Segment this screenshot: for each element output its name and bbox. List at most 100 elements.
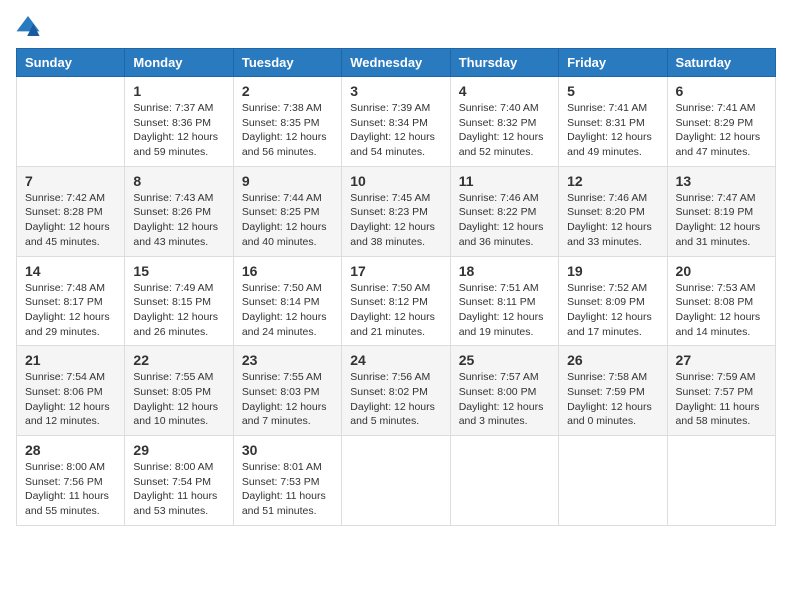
day-info: Sunrise: 7:42 AMSunset: 8:28 PMDaylight:… [25,191,116,250]
day-info: Sunrise: 7:44 AMSunset: 8:25 PMDaylight:… [242,191,333,250]
calendar-cell [559,436,667,526]
day-number: 10 [350,173,441,189]
day-number: 2 [242,83,333,99]
day-number: 18 [459,263,550,279]
day-number: 22 [133,352,224,368]
day-number: 28 [25,442,116,458]
logo [16,16,44,36]
day-number: 30 [242,442,333,458]
day-number: 11 [459,173,550,189]
calendar-week-row: 14 Sunrise: 7:48 AMSunset: 8:17 PMDayligh… [17,256,776,346]
calendar-cell [342,436,450,526]
calendar-cell: 15 Sunrise: 7:49 AMSunset: 8:15 PMDayligh… [125,256,233,346]
calendar-cell: 12 Sunrise: 7:46 AMSunset: 8:20 PMDayligh… [559,166,667,256]
day-number: 3 [350,83,441,99]
day-info: Sunrise: 7:56 AMSunset: 8:02 PMDaylight:… [350,370,441,429]
day-number: 9 [242,173,333,189]
calendar-cell: 23 Sunrise: 7:55 AMSunset: 8:03 PMDayligh… [233,346,341,436]
day-info: Sunrise: 7:46 AMSunset: 8:22 PMDaylight:… [459,191,550,250]
day-info: Sunrise: 7:52 AMSunset: 8:09 PMDaylight:… [567,281,658,340]
calendar-cell: 13 Sunrise: 7:47 AMSunset: 8:19 PMDayligh… [667,166,775,256]
day-info: Sunrise: 8:00 AMSunset: 7:54 PMDaylight:… [133,460,224,519]
day-info: Sunrise: 7:54 AMSunset: 8:06 PMDaylight:… [25,370,116,429]
calendar-cell [17,77,125,167]
day-number: 19 [567,263,658,279]
col-header-saturday: Saturday [667,49,775,77]
col-header-wednesday: Wednesday [342,49,450,77]
day-number: 4 [459,83,550,99]
day-info: Sunrise: 7:41 AMSunset: 8:29 PMDaylight:… [676,101,767,160]
day-info: Sunrise: 7:55 AMSunset: 8:05 PMDaylight:… [133,370,224,429]
day-number: 16 [242,263,333,279]
day-info: Sunrise: 7:37 AMSunset: 8:36 PMDaylight:… [133,101,224,160]
day-info: Sunrise: 7:55 AMSunset: 8:03 PMDaylight:… [242,370,333,429]
calendar-cell: 26 Sunrise: 7:58 AMSunset: 7:59 PMDayligh… [559,346,667,436]
day-info: Sunrise: 7:40 AMSunset: 8:32 PMDaylight:… [459,101,550,160]
calendar-week-row: 28 Sunrise: 8:00 AMSunset: 7:56 PMDayligh… [17,436,776,526]
day-number: 8 [133,173,224,189]
day-info: Sunrise: 7:43 AMSunset: 8:26 PMDaylight:… [133,191,224,250]
day-info: Sunrise: 7:41 AMSunset: 8:31 PMDaylight:… [567,101,658,160]
day-number: 23 [242,352,333,368]
day-info: Sunrise: 7:46 AMSunset: 8:20 PMDaylight:… [567,191,658,250]
day-info: Sunrise: 7:50 AMSunset: 8:14 PMDaylight:… [242,281,333,340]
page-header [16,16,776,36]
calendar-week-row: 7 Sunrise: 7:42 AMSunset: 8:28 PMDaylight… [17,166,776,256]
day-info: Sunrise: 7:57 AMSunset: 8:00 PMDaylight:… [459,370,550,429]
col-header-tuesday: Tuesday [233,49,341,77]
day-number: 5 [567,83,658,99]
calendar-cell: 17 Sunrise: 7:50 AMSunset: 8:12 PMDayligh… [342,256,450,346]
calendar-cell [450,436,558,526]
day-info: Sunrise: 7:51 AMSunset: 8:11 PMDaylight:… [459,281,550,340]
calendar-cell: 30 Sunrise: 8:01 AMSunset: 7:53 PMDayligh… [233,436,341,526]
calendar-cell: 1Sunrise: 7:37 AMSunset: 8:36 PMDaylight… [125,77,233,167]
calendar-cell: 4 Sunrise: 7:40 AMSunset: 8:32 PMDaylight… [450,77,558,167]
day-number: 29 [133,442,224,458]
day-info: Sunrise: 8:01 AMSunset: 7:53 PMDaylight:… [242,460,333,519]
calendar-cell: 11 Sunrise: 7:46 AMSunset: 8:22 PMDayligh… [450,166,558,256]
calendar-cell: 25 Sunrise: 7:57 AMSunset: 8:00 PMDayligh… [450,346,558,436]
day-number: 25 [459,352,550,368]
calendar-cell: 5 Sunrise: 7:41 AMSunset: 8:31 PMDaylight… [559,77,667,167]
day-number: 14 [25,263,116,279]
day-number: 7 [25,173,116,189]
day-info: Sunrise: 7:47 AMSunset: 8:19 PMDaylight:… [676,191,767,250]
col-header-monday: Monday [125,49,233,77]
day-info: Sunrise: 7:50 AMSunset: 8:12 PMDaylight:… [350,281,441,340]
calendar-cell: 6 Sunrise: 7:41 AMSunset: 8:29 PMDaylight… [667,77,775,167]
day-number: 6 [676,83,767,99]
col-header-friday: Friday [559,49,667,77]
logo-icon [16,16,40,36]
day-number: 17 [350,263,441,279]
calendar-cell: 27 Sunrise: 7:59 AMSunset: 7:57 PMDayligh… [667,346,775,436]
day-info: Sunrise: 7:49 AMSunset: 8:15 PMDaylight:… [133,281,224,340]
calendar-cell: 10 Sunrise: 7:45 AMSunset: 8:23 PMDayligh… [342,166,450,256]
col-header-thursday: Thursday [450,49,558,77]
day-info: Sunrise: 7:59 AMSunset: 7:57 PMDaylight:… [676,370,767,429]
day-number: 26 [567,352,658,368]
calendar-cell: 22 Sunrise: 7:55 AMSunset: 8:05 PMDayligh… [125,346,233,436]
day-info: Sunrise: 8:00 AMSunset: 7:56 PMDaylight:… [25,460,116,519]
calendar-cell: 3 Sunrise: 7:39 AMSunset: 8:34 PMDaylight… [342,77,450,167]
day-info: Sunrise: 7:39 AMSunset: 8:34 PMDaylight:… [350,101,441,160]
calendar-cell: 21Sunrise: 7:54 AMSunset: 8:06 PMDayligh… [17,346,125,436]
calendar-cell: 18 Sunrise: 7:51 AMSunset: 8:11 PMDayligh… [450,256,558,346]
calendar-cell: 8 Sunrise: 7:43 AMSunset: 8:26 PMDaylight… [125,166,233,256]
calendar-cell: 7 Sunrise: 7:42 AMSunset: 8:28 PMDaylight… [17,166,125,256]
day-number: 12 [567,173,658,189]
day-number: 15 [133,263,224,279]
calendar-cell: 19 Sunrise: 7:52 AMSunset: 8:09 PMDayligh… [559,256,667,346]
day-info: Sunrise: 7:38 AMSunset: 8:35 PMDaylight:… [242,101,333,160]
calendar-week-row: 21Sunrise: 7:54 AMSunset: 8:06 PMDayligh… [17,346,776,436]
day-number: 20 [676,263,767,279]
day-info: Sunrise: 7:45 AMSunset: 8:23 PMDaylight:… [350,191,441,250]
calendar-cell: 9 Sunrise: 7:44 AMSunset: 8:25 PMDaylight… [233,166,341,256]
day-info: Sunrise: 7:48 AMSunset: 8:17 PMDaylight:… [25,281,116,340]
day-info: Sunrise: 7:58 AMSunset: 7:59 PMDaylight:… [567,370,658,429]
calendar-cell: 20 Sunrise: 7:53 AMSunset: 8:08 PMDayligh… [667,256,775,346]
calendar-cell [667,436,775,526]
day-info: Sunrise: 7:53 AMSunset: 8:08 PMDaylight:… [676,281,767,340]
day-number: 27 [676,352,767,368]
day-number: 13 [676,173,767,189]
col-header-sunday: Sunday [17,49,125,77]
